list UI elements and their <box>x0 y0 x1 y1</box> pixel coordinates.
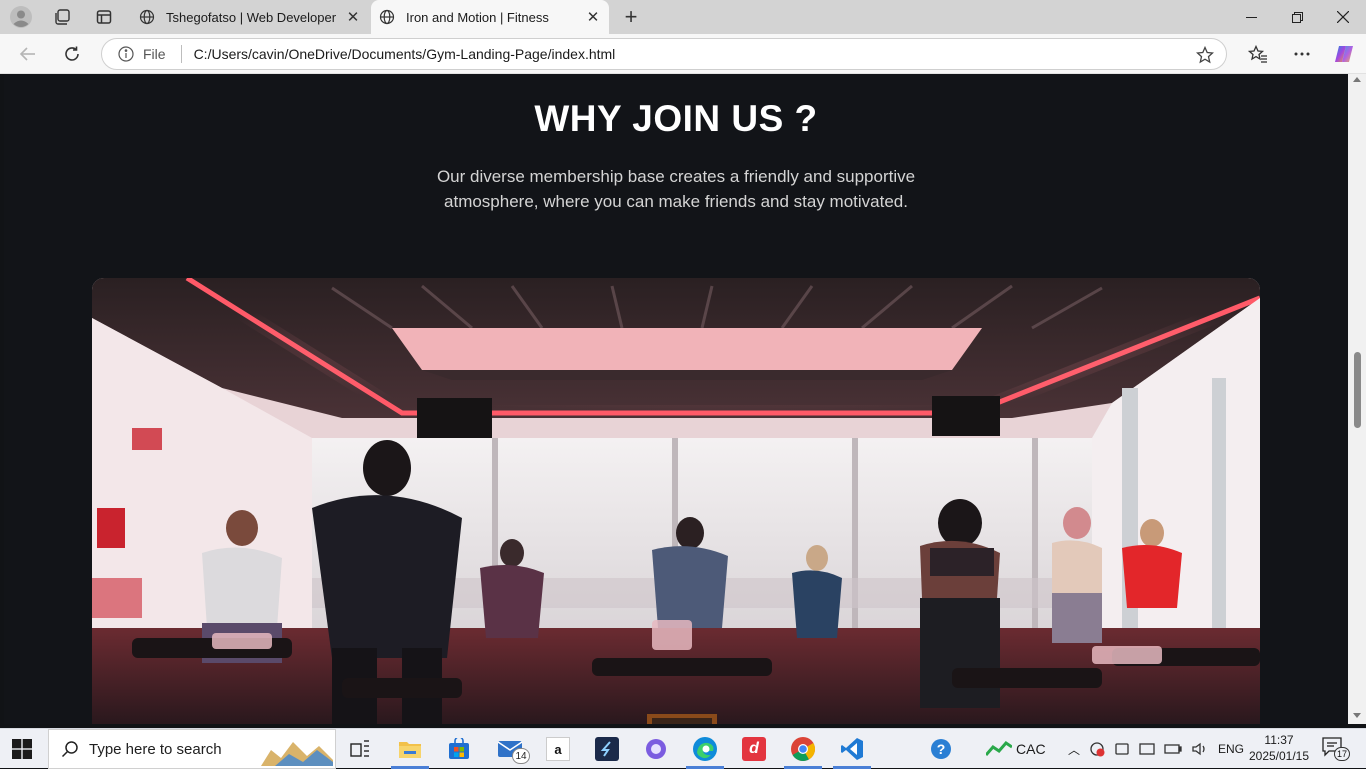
globe-icon <box>139 9 155 25</box>
address-bar[interactable]: File C:/Users/cavin/OneDrive/Documents/G… <box>101 38 1227 70</box>
display-icon[interactable] <box>1139 741 1155 757</box>
system-tray: ︿ ENG <box>1068 729 1244 769</box>
close-tab-icon[interactable]: ✕ <box>583 7 603 27</box>
scrollbar-thumb[interactable] <box>1354 352 1361 428</box>
page-viewport: WHY JOIN US ? Our diverse membership bas… <box>4 74 1348 724</box>
search-icon <box>61 741 78 758</box>
microsoft-store-icon[interactable] <box>436 729 482 769</box>
section-subtext: Our diverse membership base creates a fr… <box>436 167 916 211</box>
scroll-down-arrow-icon[interactable] <box>1353 713 1361 718</box>
page-scrollbar[interactable] <box>1348 74 1366 724</box>
workspaces-icon[interactable] <box>50 5 74 29</box>
weather-widget[interactable]: CAC <box>986 729 1046 769</box>
clock-time: 11:37 <box>1264 733 1294 747</box>
notification-count-badge: 17 <box>1334 747 1350 761</box>
address-scheme-label: File <box>143 46 166 62</box>
windows-taskbar: Type here to search 14 a d ? CAC ︿ ENG 1… <box>0 728 1366 769</box>
browser-toolbar: File C:/Users/cavin/OneDrive/Documents/G… <box>0 34 1366 74</box>
profile-icon[interactable] <box>9 5 33 29</box>
stock-chart-icon <box>986 741 1012 756</box>
minimize-button[interactable] <box>1228 0 1274 34</box>
restore-button[interactable] <box>1274 0 1320 34</box>
meet-now-icon[interactable] <box>1114 741 1130 757</box>
search-placeholder: Type here to search <box>89 740 222 758</box>
url-text[interactable]: C:/Users/cavin/OneDrive/Documents/Gym-La… <box>194 46 616 62</box>
notification-center-icon[interactable]: 17 <box>1322 737 1350 761</box>
weather-label: CAC <box>1016 741 1046 757</box>
edge-browser-icon[interactable] <box>682 729 728 769</box>
more-options-icon[interactable] <box>1288 41 1316 67</box>
file-explorer-icon[interactable] <box>387 729 433 769</box>
vscode-icon[interactable] <box>829 729 875 769</box>
address-divider <box>180 45 182 63</box>
globe-icon <box>379 9 395 25</box>
windows-start-icon[interactable] <box>12 739 32 759</box>
tab-strip: Tshegofatso | Web Developer ✕ Iron and M… <box>0 0 1366 34</box>
help-icon[interactable]: ? <box>930 729 954 769</box>
clock-date: 2025/01/15 <box>1248 749 1310 763</box>
battery-icon[interactable] <box>1164 741 1182 757</box>
new-tab-button[interactable]: + <box>618 4 644 29</box>
network-alert-icon[interactable] <box>1089 741 1105 757</box>
amazon-icon[interactable]: a <box>535 729 581 769</box>
tab-title: Iron and Motion | Fitness <box>406 9 549 25</box>
search-highlight-icon <box>261 742 333 766</box>
copilot-app-icon[interactable] <box>633 729 679 769</box>
info-icon[interactable] <box>118 46 134 62</box>
d-app-icon[interactable]: d <box>731 729 777 769</box>
volume-icon[interactable] <box>1191 741 1209 757</box>
clock[interactable]: 11:37 2025/01/15 <box>1246 732 1312 764</box>
close-tab-icon[interactable]: ✕ <box>343 7 363 27</box>
chevron-up-icon[interactable]: ︿ <box>1068 741 1080 758</box>
close-window-button[interactable] <box>1320 0 1366 34</box>
refresh-button[interactable] <box>58 41 86 67</box>
tab-actions-icon[interactable] <box>92 5 116 29</box>
copilot-icon[interactable] <box>1330 41 1358 67</box>
favorite-star-icon[interactable] <box>1196 46 1214 64</box>
task-view-icon[interactable] <box>337 729 383 769</box>
mail-icon[interactable]: 14 <box>487 729 533 769</box>
svg-text:?: ? <box>937 741 946 757</box>
hero-image <box>92 278 1260 724</box>
section-heading: WHY JOIN US ? <box>534 98 818 139</box>
chrome-icon[interactable] <box>780 729 826 769</box>
mail-badge: 14 <box>512 748 530 764</box>
tab-web-developer[interactable]: Tshegofatso | Web Developer ✕ <box>131 0 369 34</box>
tab-iron-and-motion[interactable]: Iron and Motion | Fitness ✕ <box>371 0 609 34</box>
tab-title: Tshegofatso | Web Developer <box>166 9 337 25</box>
language-indicator[interactable]: ENG <box>1218 742 1244 756</box>
favorites-icon[interactable] <box>1244 41 1272 67</box>
scroll-up-arrow-icon[interactable] <box>1353 77 1361 82</box>
back-button[interactable] <box>14 41 42 67</box>
app-s-icon[interactable] <box>584 729 630 769</box>
taskbar-search-box[interactable]: Type here to search <box>48 729 336 769</box>
